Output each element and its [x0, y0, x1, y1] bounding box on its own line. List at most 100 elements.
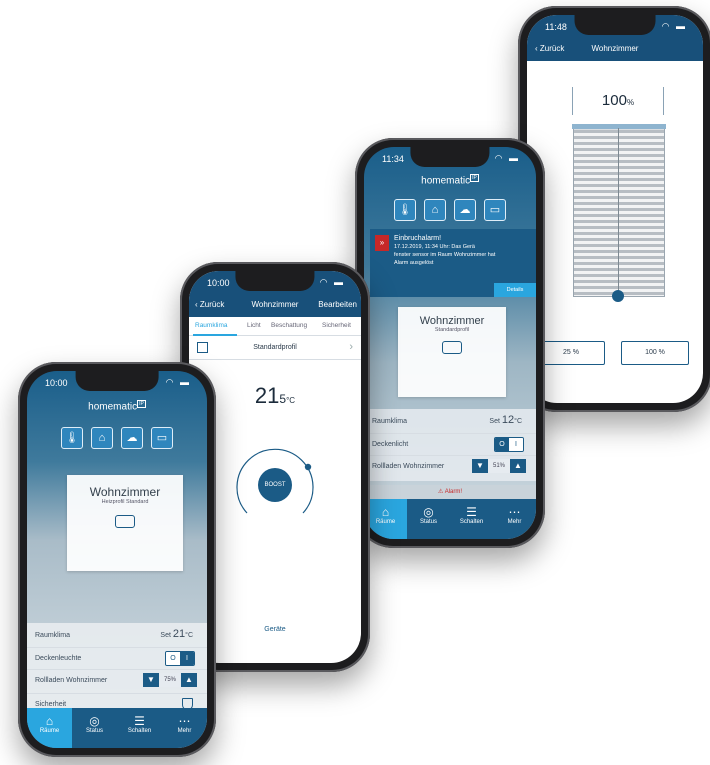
preset-25-button[interactable]: 25 %: [537, 341, 605, 365]
dial-knob[interactable]: [304, 463, 312, 471]
window-icon[interactable]: ▭: [151, 427, 173, 449]
edit-button[interactable]: Bearbeiten: [318, 300, 357, 309]
switch-icon: ☰: [134, 714, 145, 728]
room-card[interactable]: Wohnzimmer Heizprofil Standard: [67, 475, 183, 571]
row-shutter: Rollladen Wohnzimmer ▼ 75% ▲: [27, 669, 207, 692]
shutter-rail: [572, 124, 666, 129]
thermometer-icon[interactable]: 🌡: [394, 199, 416, 221]
alarm-strip: ⚠ Alarm!: [364, 485, 536, 499]
level-unit: %: [626, 98, 635, 107]
tab-status[interactable]: ◎ Status: [72, 708, 117, 748]
app-title-badge: IP: [137, 400, 146, 408]
alarm-notification[interactable]: » Einbruchalarm! 17.12.2019, 11:34 Uhr: …: [370, 229, 536, 297]
temp-whole: 21: [254, 383, 280, 408]
status-icons: ◠ ▬: [661, 21, 687, 31]
row-label: Raumklima: [372, 418, 408, 425]
level-readout: 100%: [572, 87, 664, 115]
tab-more[interactable]: ⋯ Mehr: [162, 708, 207, 748]
app-title-text: homematic: [421, 175, 471, 187]
tab-rooms[interactable]: ⌂ Räume: [364, 499, 407, 539]
preset-100-button[interactable]: 100 %: [621, 341, 689, 365]
status-icons: ◠ ▬: [494, 153, 520, 163]
row-light: Deckenlicht OI: [364, 433, 536, 454]
temperature-dial[interactable]: BOOST: [233, 443, 317, 527]
app-title: homematic IP: [364, 174, 536, 187]
room-card[interactable]: Wohnzimmer Standardprofil: [398, 307, 506, 397]
shutter-visual[interactable]: [572, 124, 666, 302]
row-climate[interactable]: Raumklima Set 21°C: [27, 625, 207, 645]
tab-light[interactable]: Licht: [247, 322, 261, 329]
profile-row[interactable]: Standardprofil ›: [189, 337, 361, 360]
chevron-right-icon: ›: [349, 341, 353, 353]
quick-tiles: 🌡 ⌂ ☁ ▭: [27, 427, 207, 449]
level-value: 100: [601, 92, 627, 109]
tab-switch[interactable]: ☰ Schalten: [450, 499, 493, 539]
tab-status[interactable]: ◎ Status: [407, 499, 450, 539]
light-off-button[interactable]: O: [495, 438, 509, 451]
notch: [235, 271, 315, 291]
thermometer-icon[interactable]: 🌡: [61, 427, 83, 449]
house-icon[interactable]: ⌂: [91, 427, 113, 449]
climate-unit: °C: [185, 632, 193, 639]
shutter-level: 75%: [159, 673, 181, 687]
room-name: Wohnzimmer: [89, 485, 161, 499]
nav-bar: ‹ Zurück Wohnzimmer: [527, 39, 703, 61]
tab-shading[interactable]: Beschattung: [271, 322, 307, 329]
tab-climate[interactable]: Raumklima: [195, 322, 228, 329]
row-label: Deckenleuchte: [35, 655, 82, 662]
shutter-down-button[interactable]: ▼: [472, 459, 488, 473]
notch: [75, 371, 159, 391]
alert-title: Einbruchalarm!: [394, 235, 442, 242]
shutter-down-button[interactable]: ▼: [143, 673, 159, 687]
tab-switch[interactable]: ☰ Schalten: [117, 708, 162, 748]
shutter-level: 51%: [488, 459, 510, 473]
sofa-icon: [442, 341, 462, 354]
climate-value: Set 21°C: [160, 628, 193, 640]
app-title-text: homematic: [88, 401, 138, 413]
alert-details-button[interactable]: Details: [494, 283, 536, 297]
quick-tiles: 🌡 ⌂ ☁ ▭: [364, 199, 536, 221]
tab-more[interactable]: ⋯ Mehr: [493, 499, 536, 539]
shutter-up-button[interactable]: ▲: [181, 673, 197, 687]
status-icon: ◎: [89, 714, 100, 728]
light-toggle[interactable]: OI: [165, 651, 195, 666]
window-icon[interactable]: ▭: [484, 199, 506, 221]
status-icons: ◠ ▬: [165, 377, 191, 387]
shutter-handle[interactable]: [612, 290, 624, 302]
shutter-controls: ▼ 75% ▲: [143, 673, 197, 687]
light-toggle[interactable]: OI: [494, 437, 524, 452]
phone-alarm: 11:34 ◠ ▬ homematic IP 🌡 ⌂ ☁ ▭ » Einbruchala…: [355, 138, 545, 548]
cloud-icon[interactable]: ☁: [121, 427, 143, 449]
tab-label: Status: [85, 728, 103, 734]
row-label: Rollladen Wohnzimmer: [35, 677, 108, 684]
shutter-slats: [574, 130, 664, 296]
tab-bar: ⌂ Räume ◎ Status ☰ Schalten ⋯ Mehr: [364, 499, 536, 539]
switch-icon: ☰: [466, 505, 477, 519]
status-time: 10:00: [45, 378, 68, 388]
active-tab-indicator: [193, 334, 237, 336]
climate-value: Set 12°C: [489, 414, 522, 426]
climate-unit: °C: [514, 418, 522, 425]
row-climate[interactable]: Raumklima Set 12°C: [364, 411, 536, 431]
tab-label: Schalten: [127, 728, 152, 734]
climate-temp: 12: [501, 414, 515, 426]
tab-label: Status: [419, 519, 437, 525]
tab-security[interactable]: Sicherheit: [322, 322, 351, 329]
cloud-icon[interactable]: ☁: [454, 199, 476, 221]
alert-line2: fenster sensor im Raum Wohnzimmer hat: [394, 252, 496, 258]
shutter-divider: [618, 128, 619, 296]
shutter-up-button[interactable]: ▲: [510, 459, 526, 473]
phone-screen: 11:34 ◠ ▬ homematic IP 🌡 ⌂ ☁ ▭ » Einbruchala…: [364, 147, 536, 539]
tab-rooms[interactable]: ⌂ Räume: [27, 708, 72, 748]
status-icons: ◠ ▬: [319, 277, 345, 287]
notch: [410, 147, 490, 167]
light-on-button[interactable]: I: [509, 438, 523, 451]
light-off-button[interactable]: O: [166, 652, 180, 665]
tab-label: Mehr: [177, 728, 192, 734]
boost-button[interactable]: BOOST: [258, 468, 292, 502]
status-time: 10:00: [207, 278, 230, 288]
climate-prefix: Set: [489, 418, 500, 425]
light-on-button[interactable]: I: [180, 652, 194, 665]
row-label: Deckenlicht: [372, 441, 409, 448]
house-icon[interactable]: ⌂: [424, 199, 446, 221]
